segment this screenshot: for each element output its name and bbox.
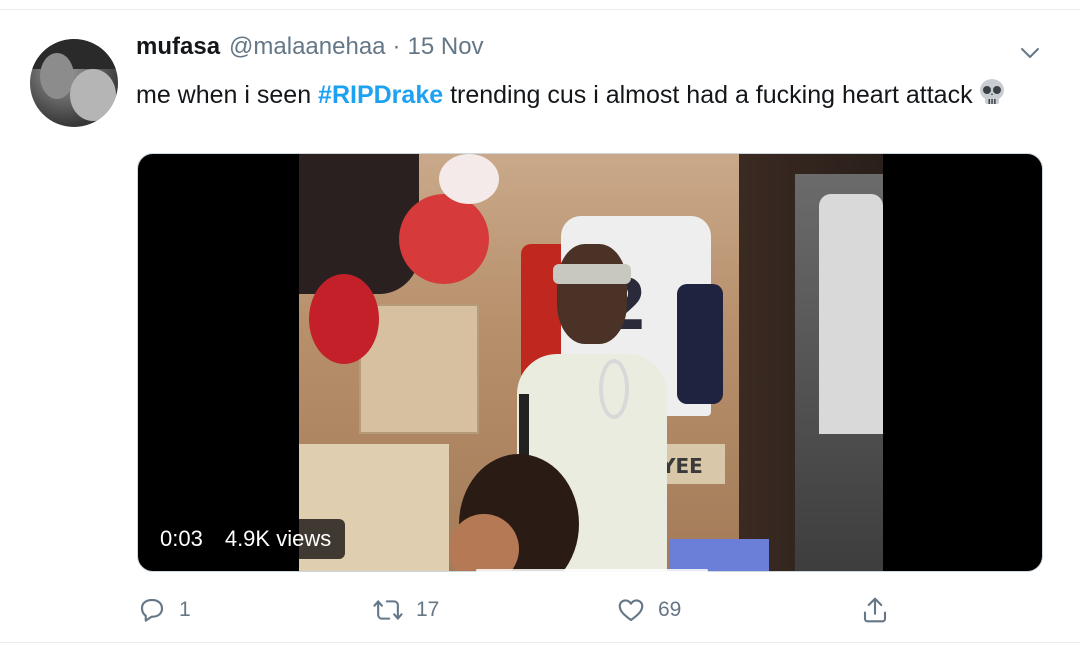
retweet-count: 17: [416, 598, 440, 621]
tweet-text: me when i seen #RIPDrake trending cus i …: [136, 77, 1016, 116]
video-progress-bar[interactable]: [476, 569, 708, 572]
tweet-text-end: trending cus i almost had a fucking hear…: [443, 81, 973, 109]
video-frame: 2 YEE: [299, 154, 883, 571]
tweet-actions: 1 17 69: [0, 591, 1080, 631]
tweet-date[interactable]: 15 Nov: [408, 33, 484, 61]
video-player[interactable]: 2 YEE: [137, 153, 1043, 572]
video-stats-badge: 0:03 4.9K views: [146, 519, 346, 559]
share-icon: [860, 595, 890, 625]
reply-icon: [137, 595, 167, 625]
separator: ·: [392, 33, 401, 60]
video-views: 4.9K views: [224, 526, 332, 551]
hashtag-link[interactable]: #RIPDrake: [318, 81, 443, 109]
reply-button[interactable]: 1: [137, 595, 191, 625]
avatar[interactable]: [30, 39, 118, 127]
like-count: 69: [658, 598, 682, 621]
bottom-divider: [0, 642, 1080, 650]
tweet[interactable]: mufasa @malaanehaa · 15 Nov me when i se…: [0, 11, 1080, 641]
share-button[interactable]: [860, 595, 890, 625]
retweet-button[interactable]: 17: [372, 595, 439, 625]
user-handle[interactable]: @malaanehaa: [229, 33, 385, 61]
video-time: 0:03: [160, 526, 203, 551]
heart-icon: [616, 595, 646, 625]
tweet-header: mufasa @malaanehaa · 15 Nov: [136, 33, 484, 63]
yee-sign: YEE: [661, 454, 703, 478]
tweet-text-start: me when i seen: [136, 81, 319, 109]
retweet-icon: [372, 595, 404, 625]
skull-emoji-icon: [977, 77, 1007, 116]
like-button[interactable]: 69: [616, 595, 681, 625]
display-name[interactable]: mufasa: [136, 33, 220, 61]
reply-count: 1: [179, 598, 191, 621]
chevron-down-icon[interactable]: [1018, 41, 1042, 65]
top-divider: [0, 0, 1080, 10]
